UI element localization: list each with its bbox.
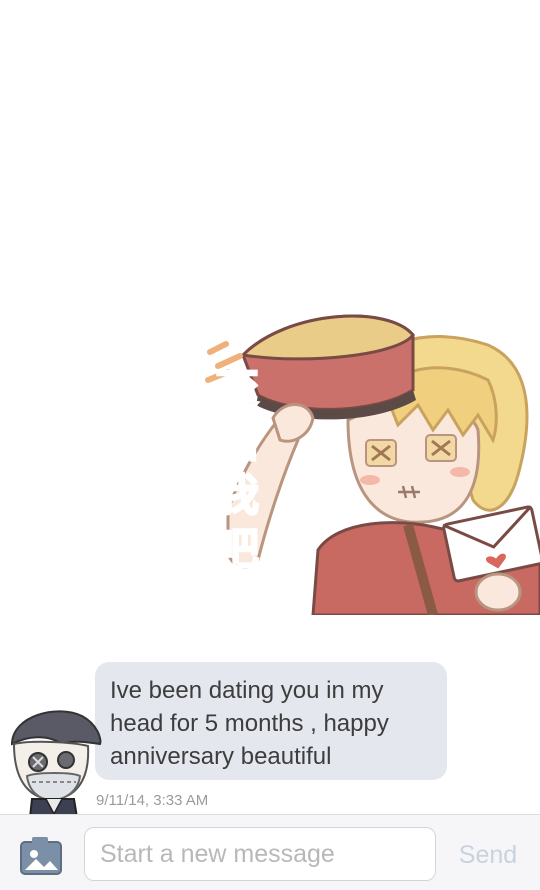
message-bubble[interactable]: Ive been dating you in my head for 5 mon… [95, 662, 447, 780]
message-thread: 交 給 我 吧 Ive been dating you in my head f… [0, 0, 540, 890]
sticker-caption: 交 給 我 吧 [206, 361, 268, 576]
message-text: Ive been dating you in my head for 5 mon… [110, 677, 389, 770]
message-timestamp: 9/11/14, 3:33 AM [96, 792, 209, 809]
message-input[interactable] [84, 827, 436, 881]
photo-camera-icon[interactable] [20, 837, 62, 875]
compose-bar: Send [0, 814, 540, 890]
send-button[interactable]: Send [446, 837, 530, 873]
sticker-char: 我 [214, 469, 260, 522]
sticker-char: 交 [214, 361, 260, 414]
sticker-char: 給 [214, 415, 260, 468]
sticker-char: 吧 [214, 523, 260, 576]
